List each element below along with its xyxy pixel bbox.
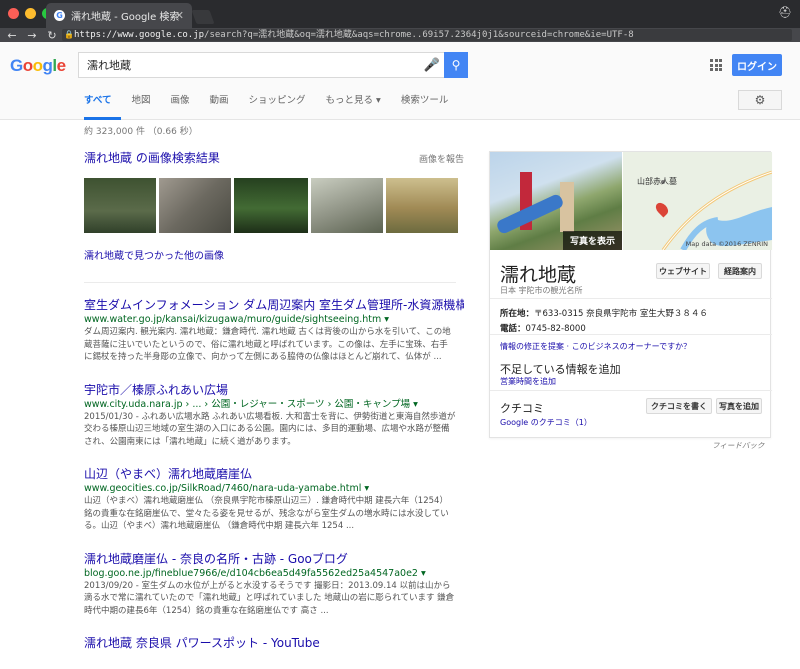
search-result: 濡れ地蔵 奈良県 パワースポット - YouTube	[84, 635, 464, 651]
tab-maps[interactable]: 地図	[121, 94, 160, 120]
forward-arrow-icon[interactable]: →	[24, 29, 40, 42]
website-button[interactable]: ウェブサイト	[656, 263, 710, 279]
suggest-edit-link[interactable]: 情報の修正を提案 · このビジネスのオーナーですか？	[500, 341, 691, 352]
more-images-link[interactable]: 濡れ地蔵で見つかった他の画像	[84, 247, 464, 262]
result-snippet: ダム周辺案内. 観光案内. 濡れ地蔵：鎌倉時代. 濡れ地蔵 古くは背後の山から水…	[84, 327, 451, 362]
search-result: 濡れ地蔵磨崖仏 - 奈良の名所・古跡 - Gooブログ blog.goo.ne.…	[84, 551, 464, 618]
reviews-title: クチコミ	[500, 402, 544, 415]
result-snippet: 山辺（やまべ）濡れ地蔵磨崖仏 （奈良県宇陀市榛原山辺三）. 鎌倉時代中期 建長六…	[84, 496, 449, 531]
close-tab-icon[interactable]: ✕	[175, 9, 184, 22]
login-button[interactable]: ログイン	[732, 54, 782, 76]
phone-row: 電話：0745-82-8000	[500, 322, 586, 334]
divider	[490, 298, 772, 299]
place-title: 濡れ地蔵	[500, 264, 577, 286]
reload-icon[interactable]: ↻	[44, 29, 60, 42]
apps-grid-icon[interactable]	[710, 59, 722, 71]
google-reviews-link[interactable]: Google のクチコミ（1）	[500, 417, 592, 428]
search-result: 山辺（やまべ）濡れ地蔵磨崖仏 www.geocities.co.jp/SilkR…	[84, 466, 464, 533]
image-thumbnail[interactable]	[84, 178, 156, 233]
results-column: 約 323,000 件 （0.66 秒） 濡れ地蔵 の画像検索結果 画像を報告 …	[84, 124, 464, 669]
search-result: 宇陀市／榛原ふれあい広場 www.city.uda.nara.jp › ... …	[84, 382, 464, 449]
search-box: 濡れ地蔵 🎤 ⚲	[78, 52, 468, 78]
result-title-link[interactable]: 山辺（やまべ）濡れ地蔵磨崖仏	[84, 466, 464, 482]
directions-button[interactable]: 経路案内	[718, 263, 762, 279]
image-results-title[interactable]: 濡れ地蔵 の画像検索結果	[84, 149, 220, 166]
map-drawing	[661, 170, 772, 250]
result-title-link[interactable]: 濡れ地蔵磨崖仏 - 奈良の名所・古跡 - Gooブログ	[84, 551, 464, 567]
place-map[interactable]: 山部赤人墓 Map data ©2016 ZENRIN	[623, 152, 772, 250]
result-snippet: 2015/01/30 - ふれあい広場水路 ふれあい広場看板. 大和富士を背に、…	[84, 411, 456, 447]
lock-icon: 🔒	[64, 30, 74, 39]
tab-all[interactable]: すべて	[84, 94, 122, 120]
url-host: https://www.google.co.jp	[74, 30, 205, 40]
tab-title: 濡れ地蔵 - Google 検索	[71, 12, 180, 23]
tab-search-tools[interactable]: 検索ツール	[391, 94, 459, 120]
microphone-icon[interactable]: 🎤	[420, 58, 444, 73]
show-photos-label[interactable]: 写真を表示	[562, 231, 622, 250]
tab-shopping[interactable]: ショッピング	[239, 94, 316, 120]
close-window-button[interactable]	[8, 8, 19, 19]
result-url[interactable]: blog.goo.ne.jp/fineblue7966/e/d104cb6ea5…	[84, 567, 464, 580]
result-snippet: 2013/09/20 - 室生ダムの水位が上がると水没するそうです 撮影日：20…	[84, 580, 455, 616]
result-url[interactable]: www.geocities.co.jp/SilkRoad/7460/nara-u…	[84, 482, 464, 495]
browser-tab[interactable]: G 濡れ地蔵 - Google 検索 ✕	[46, 3, 192, 28]
search-tabs: すべて 地図 画像 動画 ショッピング もっと見る ▾ 検索ツール	[84, 94, 458, 120]
browser-tabstrip: G 濡れ地蔵 - Google 検索 ✕ ⛑	[0, 0, 800, 28]
image-thumbnail[interactable]	[311, 178, 383, 233]
search-icon: ⚲	[451, 58, 461, 72]
search-header: Google 濡れ地蔵 🎤 ⚲ ログイン すべて 地図 画像 動画 ショッピング…	[0, 42, 800, 120]
settings-button[interactable]: ⚙	[738, 90, 782, 110]
address-label: 所在地：	[500, 309, 535, 319]
write-review-button[interactable]: クチコミを書く	[646, 398, 712, 414]
new-tab-button[interactable]	[191, 10, 215, 24]
tab-videos[interactable]: 動画	[200, 94, 239, 120]
phone-label: 電話：	[500, 324, 526, 334]
back-arrow-icon[interactable]: ←	[4, 29, 20, 42]
search-button[interactable]: ⚲	[444, 52, 468, 78]
address-value: 〒633-0315 奈良県宇陀市 室生大野３８４６	[534, 309, 708, 319]
add-photo-button[interactable]: 写真を追加	[716, 398, 762, 414]
photo-detail	[560, 182, 574, 232]
report-images-link[interactable]: 画像を報告	[419, 152, 464, 165]
image-thumbnail[interactable]	[386, 178, 458, 233]
tab-images[interactable]: 画像	[160, 94, 199, 120]
phone-value[interactable]: 0745-82-8000	[526, 324, 586, 334]
image-thumbnail[interactable]	[234, 178, 308, 233]
place-photo[interactable]: 写真を表示	[490, 152, 622, 250]
result-url[interactable]: www.water.go.jp/kansai/kizugawa/muro/gui…	[84, 313, 464, 326]
tab-more[interactable]: もっと見る ▾	[316, 94, 391, 120]
image-results-header: 濡れ地蔵 の画像検索結果 画像を報告	[84, 149, 464, 166]
result-title-link[interactable]: 宇陀市／榛原ふれあい広場	[84, 382, 464, 398]
result-title-link[interactable]: 濡れ地蔵 奈良県 パワースポット - YouTube	[84, 635, 464, 651]
map-credit: Map data ©2016 ZENRIN	[685, 240, 768, 248]
divider	[490, 334, 772, 335]
search-input[interactable]: 濡れ地蔵	[79, 57, 420, 73]
feedback-link[interactable]: フィードバック	[712, 440, 764, 451]
url-path: /search?q=濡れ地蔵&oq=濡れ地蔵&aqs=chrome..69i57…	[204, 30, 634, 40]
google-favicon-icon: G	[54, 10, 65, 21]
image-thumbnail[interactable]	[159, 178, 231, 233]
image-thumbnails	[84, 178, 464, 233]
add-hours-link[interactable]: 営業時間を追加	[500, 376, 556, 387]
gear-icon: ⚙	[754, 93, 766, 107]
map-label: 山部赤人墓	[637, 177, 677, 186]
divider	[84, 282, 456, 283]
result-stats: 約 323,000 件 （0.66 秒）	[84, 127, 198, 137]
result-title-link[interactable]: 室生ダムインフォメーション ダム周辺案内 室生ダム管理所-水資源機構 ...	[84, 297, 464, 313]
address-row: 所在地：〒633-0315 奈良県宇陀市 室生大野３８４６	[500, 307, 708, 319]
knowledge-panel: 写真を表示 山部赤人墓 Map data ©2016 ZENRIN 濡れ地蔵 日…	[489, 151, 772, 438]
missing-info-title: 不足している情報を追加	[500, 363, 621, 376]
incognito-icon: ⛑	[778, 6, 792, 19]
address-bar[interactable]: 🔒 https://www.google.co.jp/search?q=濡れ地蔵…	[62, 29, 792, 41]
google-logo[interactable]: Google	[10, 56, 66, 76]
result-url[interactable]: www.city.uda.nara.jp › ... › 公園・レジャー・スポー…	[84, 398, 464, 411]
place-subtitle: 日本 宇陀市の観光名所	[500, 286, 583, 295]
minimize-window-button[interactable]	[25, 8, 36, 19]
divider	[490, 390, 772, 391]
search-result: 室生ダムインフォメーション ダム周辺案内 室生ダム管理所-水資源機構 ... w…	[84, 297, 464, 364]
